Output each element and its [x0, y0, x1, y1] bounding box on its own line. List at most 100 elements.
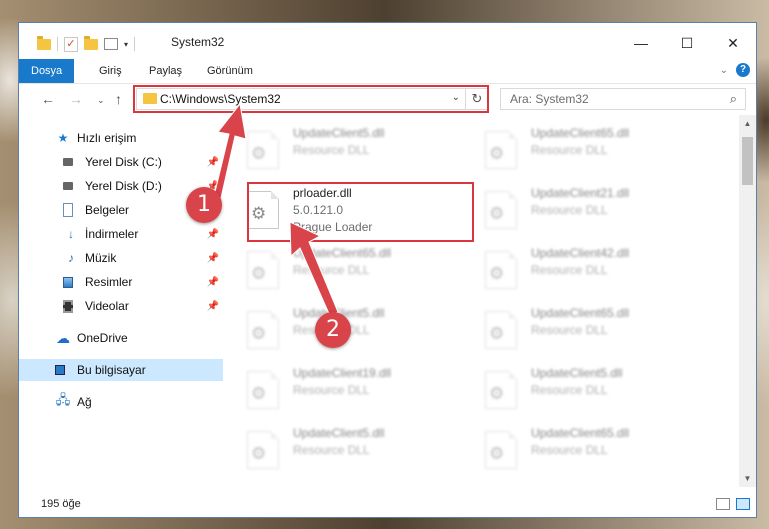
file-item[interactable]: UpdateClient65.dll Resource DLL [241, 243, 461, 295]
step-2-badge: 2 [315, 312, 351, 348]
pin-icon[interactable]: 📌 [207, 253, 219, 264]
sidebar-item-label: Ağ [77, 395, 92, 409]
dll-file-icon [247, 131, 279, 169]
file-type: Resource DLL [293, 263, 370, 277]
sidebar-item-local-disk-c[interactable]: Yerel Disk (C:) 📌 [19, 151, 223, 173]
dll-file-icon [485, 371, 517, 409]
sidebar-item-onedrive[interactable]: ☁ OneDrive [19, 327, 223, 349]
file-item[interactable]: UpdateClient19.dll Resource DLL [241, 363, 461, 415]
navigation-pane: ★ Hızlı erişim Yerel Disk (C:) 📌 Yerel D… [19, 123, 223, 517]
sidebar-item-downloads[interactable]: ↓ İndirmeler 📌 [19, 223, 223, 245]
file-highlight-box [247, 182, 474, 242]
sidebar-item-label: Hızlı erişim [77, 131, 137, 145]
sidebar-item-quick-access[interactable]: ★ Hızlı erişim [19, 127, 223, 149]
scroll-down-icon[interactable]: ▼ [739, 470, 756, 487]
title-bar: ✓ ▾ System32 — ☐ ✕ [19, 23, 756, 63]
file-name: UpdateClient21.dll [531, 186, 630, 200]
onedrive-icon: ☁ [56, 329, 70, 346]
sidebar-item-label: OneDrive [77, 331, 128, 345]
dll-file-icon [247, 371, 279, 409]
maximize-button[interactable]: ☐ [664, 23, 710, 63]
details-view-icon[interactable] [716, 498, 730, 510]
file-name: UpdateClient65.dll [531, 306, 630, 320]
sidebar-item-pictures[interactable]: Resimler 📌 [19, 271, 223, 293]
tiles-view-icon[interactable] [736, 498, 750, 510]
file-item[interactable]: UpdateClient21.dll Resource DLL [479, 183, 699, 235]
sidebar-item-this-pc[interactable]: Bu bilgisayar [19, 359, 223, 381]
separator [134, 37, 136, 51]
drive-icon [63, 158, 73, 166]
file-type: Resource DLL [293, 143, 370, 157]
dll-file-icon [247, 431, 279, 469]
file-type: Resource DLL [531, 383, 608, 397]
new-folder-icon[interactable] [84, 35, 98, 50]
recent-dropdown-icon[interactable]: ⌄ [97, 95, 105, 106]
item-count: 195 öğe [41, 498, 81, 510]
separator [57, 37, 58, 51]
dll-file-icon [485, 251, 517, 289]
search-placeholder[interactable]: Ara: System32 [510, 92, 589, 106]
file-name: UpdateClient19.dll [293, 366, 392, 380]
file-list: UpdateClient5.dll Resource DLL UpdateCli… [241, 115, 738, 491]
file-type: Resource DLL [531, 203, 608, 217]
help-icon[interactable]: ? [736, 63, 750, 77]
sidebar-item-label: İndirmeler [85, 227, 139, 241]
search-icon[interactable]: ⌕ [730, 91, 737, 107]
music-icon: ♪ [68, 251, 74, 265]
pin-icon[interactable]: 📌 [207, 301, 219, 312]
properties-icon[interactable] [104, 38, 118, 50]
sidebar-item-videos[interactable]: Videolar 📌 [19, 295, 223, 317]
tab-paylas[interactable]: Paylaş [137, 59, 194, 83]
search-box[interactable]: Ara: System32 ⌕ [500, 88, 746, 110]
file-name: UpdateClient5.dll [293, 126, 385, 140]
network-icon: 🖧 [55, 392, 71, 407]
dll-file-icon [485, 311, 517, 349]
file-item[interactable]: UpdateClient65.dll Resource DLL [479, 423, 699, 475]
customize-dropdown-icon[interactable]: ▾ [124, 40, 128, 49]
ribbon-tabs: Dosya Giriş Paylaş Görünüm ⌄ ? [19, 59, 756, 84]
tab-dosya[interactable]: Dosya [19, 59, 75, 83]
sidebar-item-label: Yerel Disk (D:) [85, 179, 162, 193]
forward-arrow-icon[interactable]: → [69, 91, 83, 107]
close-button[interactable]: ✕ [710, 23, 756, 63]
scroll-up-icon[interactable]: ▲ [739, 115, 756, 132]
file-name: UpdateClient5.dll [293, 426, 385, 440]
file-name: UpdateClient65.dll [531, 426, 630, 440]
file-type: Resource DLL [531, 323, 608, 337]
file-item[interactable]: UpdateClient65.dll Resource DLL [479, 303, 699, 355]
pin-icon[interactable]: 📌 [207, 277, 219, 288]
sidebar-item-music[interactable]: ♪ Müzik 📌 [19, 247, 223, 269]
properties-check-icon[interactable]: ✓ [64, 36, 78, 52]
sidebar-item-label: Bu bilgisayar [77, 363, 146, 377]
back-arrow-icon[interactable]: ← [41, 91, 55, 107]
folder-icon[interactable] [37, 35, 51, 50]
pin-icon[interactable]: 📌 [207, 157, 219, 168]
file-type: Resource DLL [531, 263, 608, 277]
sidebar-item-label: Videolar [85, 299, 129, 313]
sidebar-item-label: Belgeler [85, 203, 130, 217]
dll-file-icon [247, 311, 279, 349]
star-icon: ★ [57, 131, 69, 145]
expand-ribbon-icon[interactable]: ⌄ [720, 65, 728, 76]
dll-file-icon [485, 131, 517, 169]
sidebar-item-network[interactable]: 🖧 Ağ [19, 391, 223, 413]
file-item[interactable]: UpdateClient5.dll Resource DLL [479, 363, 699, 415]
pin-icon[interactable]: 📌 [207, 229, 219, 240]
minimize-button[interactable]: — [618, 23, 664, 63]
file-type: Resource DLL [531, 443, 608, 457]
file-type: Resource DLL [531, 143, 608, 157]
file-item[interactable]: UpdateClient5.dll Resource DLL [241, 123, 461, 175]
dll-file-icon [485, 431, 517, 469]
this-pc-icon [55, 365, 65, 375]
file-name: UpdateClient5.dll [531, 366, 623, 380]
file-item[interactable]: UpdateClient65.dll Resource DLL [479, 123, 699, 175]
up-arrow-icon[interactable]: ↑ [115, 91, 122, 107]
tab-giris[interactable]: Giriş [87, 59, 134, 83]
pictures-icon [63, 276, 73, 288]
file-item[interactable]: UpdateClient5.dll Resource DLL [241, 303, 461, 355]
scrollbar-thumb[interactable] [742, 137, 753, 185]
vertical-scrollbar[interactable]: ▲ ▼ [739, 115, 756, 487]
file-item[interactable]: UpdateClient42.dll Resource DLL [479, 243, 699, 295]
file-item[interactable]: UpdateClient5.dll Resource DLL [241, 423, 461, 475]
tab-gorunum[interactable]: Görünüm [195, 59, 265, 83]
